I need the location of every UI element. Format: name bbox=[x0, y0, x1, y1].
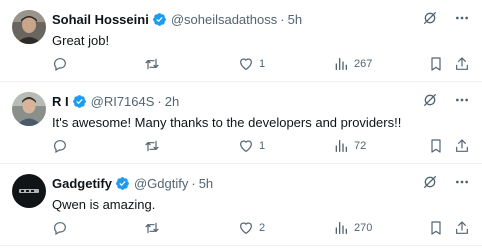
author-handle[interactable]: @soheilsadathoss bbox=[171, 12, 277, 27]
author-handle[interactable]: @RI7164S bbox=[91, 94, 155, 109]
views-count: 270 bbox=[354, 222, 373, 234]
share-icon bbox=[454, 220, 470, 236]
timestamp[interactable]: 2h bbox=[165, 94, 179, 109]
retweet-button[interactable] bbox=[144, 138, 165, 154]
like-button[interactable]: 2 bbox=[238, 220, 265, 236]
author-name[interactable]: Gadgetify bbox=[52, 176, 112, 191]
like-icon bbox=[238, 220, 254, 236]
reply-button[interactable] bbox=[52, 138, 73, 154]
views-button[interactable]: 270 bbox=[333, 220, 372, 236]
bookmark-icon bbox=[428, 220, 444, 236]
like-button[interactable]: 1 bbox=[238, 56, 265, 72]
like-count: 2 bbox=[259, 222, 266, 234]
reply-button[interactable] bbox=[52, 220, 73, 236]
author-name[interactable]: Sohail Hosseini bbox=[52, 12, 149, 27]
retweet-icon bbox=[144, 56, 160, 72]
share-button[interactable] bbox=[454, 220, 470, 236]
tweet[interactable]: Sohail Hosseini @soheilsadathoss · 5h Gr… bbox=[0, 0, 482, 82]
verified-badge-icon bbox=[115, 176, 130, 191]
author-handle[interactable]: @Gdgtify bbox=[134, 176, 188, 191]
retweet-button[interactable] bbox=[144, 220, 165, 236]
verified-badge-icon bbox=[72, 94, 87, 109]
bookmark-icon bbox=[428, 56, 444, 72]
share-icon bbox=[454, 56, 470, 72]
reply-button[interactable] bbox=[52, 56, 73, 72]
bookmark-icon bbox=[428, 138, 444, 154]
separator-dot: · bbox=[157, 93, 162, 109]
views-icon bbox=[333, 138, 349, 154]
separator-dot: · bbox=[280, 11, 285, 27]
tweet-text: Qwen is amazing. bbox=[52, 197, 156, 212]
like-count: 1 bbox=[259, 58, 266, 70]
views-icon bbox=[333, 56, 349, 72]
more-icon[interactable] bbox=[454, 10, 470, 26]
tweet-text: Great job! bbox=[52, 33, 110, 48]
tweet-text: It's awesome! Many thanks to the develop… bbox=[52, 115, 402, 130]
avatar[interactable] bbox=[12, 92, 46, 126]
share-icon bbox=[454, 138, 470, 154]
avatar[interactable] bbox=[12, 10, 46, 44]
like-icon bbox=[238, 138, 254, 154]
retweet-icon bbox=[144, 220, 160, 236]
reply-icon bbox=[52, 138, 68, 154]
timestamp[interactable]: 5h bbox=[199, 176, 213, 191]
verified-badge-icon bbox=[152, 12, 167, 27]
separator-dot: · bbox=[191, 175, 196, 191]
like-count: 1 bbox=[259, 140, 266, 152]
more-icon[interactable] bbox=[454, 174, 470, 190]
grok-icon[interactable] bbox=[422, 10, 438, 26]
views-button[interactable]: 72 bbox=[333, 138, 366, 154]
bookmark-button[interactable] bbox=[428, 220, 444, 236]
share-button[interactable] bbox=[454, 138, 470, 154]
views-count: 72 bbox=[354, 140, 367, 152]
grok-icon[interactable] bbox=[422, 92, 438, 108]
views-count: 267 bbox=[354, 58, 373, 70]
like-icon bbox=[238, 56, 254, 72]
timestamp[interactable]: 5h bbox=[288, 12, 302, 27]
tweet[interactable]: Gadgetify @Gdgtify · 5h Qwen is amazing.… bbox=[0, 164, 482, 246]
author-name[interactable]: R I bbox=[52, 94, 69, 109]
more-icon[interactable] bbox=[454, 92, 470, 108]
tweet[interactable]: R I @RI7164S · 2h It's awesome! Many tha… bbox=[0, 82, 482, 164]
retweet-button[interactable] bbox=[144, 56, 165, 72]
bookmark-button[interactable] bbox=[428, 138, 444, 154]
avatar[interactable] bbox=[12, 174, 46, 208]
views-button[interactable]: 267 bbox=[333, 56, 372, 72]
reply-icon bbox=[52, 56, 68, 72]
share-button[interactable] bbox=[454, 56, 470, 72]
retweet-icon bbox=[144, 138, 160, 154]
grok-icon[interactable] bbox=[422, 174, 438, 190]
like-button[interactable]: 1 bbox=[238, 138, 265, 154]
views-icon bbox=[333, 220, 349, 236]
reply-icon bbox=[52, 220, 68, 236]
bookmark-button[interactable] bbox=[428, 56, 444, 72]
